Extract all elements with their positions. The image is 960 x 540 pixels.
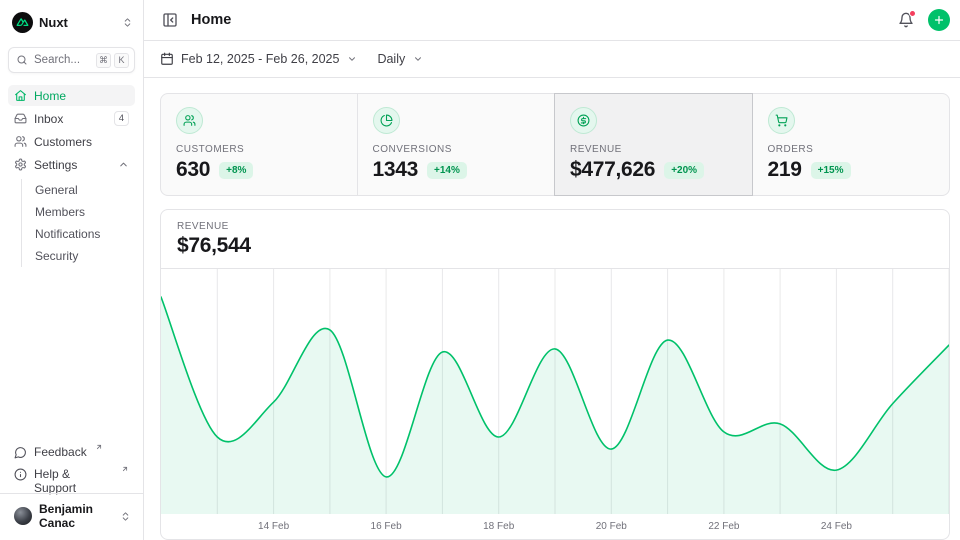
- sidebar-item-label: Inbox: [34, 112, 63, 126]
- x-axis-tick: 24 Feb: [821, 521, 853, 532]
- sidebar-subitem-members[interactable]: Members: [22, 201, 135, 223]
- settings-submenu: GeneralMembersNotificationsSecurity: [21, 179, 135, 267]
- chevrons-up-down-icon: [122, 17, 133, 28]
- chevrons-up-down-icon: [120, 511, 131, 522]
- users-icon: [176, 107, 203, 134]
- sidebar-subitem-general[interactable]: General: [22, 179, 135, 201]
- sidebar-link-feedback[interactable]: Feedback: [8, 442, 135, 463]
- chevron-down-icon: [347, 54, 357, 64]
- stat-value: $477,626: [570, 158, 655, 182]
- sidebar-item-customers[interactable]: Customers: [8, 131, 135, 152]
- date-range-label: Feb 12, 2025 - Feb 26, 2025: [181, 52, 339, 66]
- x-axis-tick: 22 Feb: [708, 521, 740, 532]
- x-axis-tick: 20 Feb: [596, 521, 628, 532]
- stats-row: CUSTOMERS 630 +8% CONVERSIONS 1343: [160, 93, 950, 196]
- page-header: Home: [144, 0, 960, 41]
- page-title: Home: [191, 12, 231, 28]
- stat-label: ORDERS: [768, 144, 935, 155]
- users-icon: [14, 135, 27, 148]
- sidebar-link-help-support[interactable]: Help & Support: [8, 464, 135, 485]
- workspace-name: Nuxt: [39, 15, 68, 30]
- stat-label: CONVERSIONS: [373, 144, 540, 155]
- stat-delta-badge: +8%: [219, 162, 253, 179]
- chevron-up-icon: [118, 159, 129, 170]
- stat-card-customers[interactable]: CUSTOMERS 630 +8%: [160, 93, 358, 196]
- sidebar-item-settings[interactable]: Settings: [8, 154, 135, 175]
- stat-card-orders[interactable]: ORDERS 219 +15%: [752, 93, 951, 196]
- revenue-chart-card: REVENUE $76,544 14 Feb 16 Feb 18 Feb 20 Feb…: [160, 209, 950, 540]
- period-select[interactable]: Daily: [377, 52, 423, 66]
- search-kbd-group: ⌘K: [96, 53, 129, 68]
- period-label: Daily: [377, 52, 405, 66]
- stat-label: REVENUE: [570, 144, 737, 155]
- sidebar-subitem-notifications[interactable]: Notifications: [22, 223, 135, 245]
- add-button[interactable]: [928, 9, 950, 31]
- nuxt-logo-icon: [12, 12, 33, 33]
- sidebar-item-label: Settings: [34, 158, 77, 172]
- sidebar-item-label: Home: [34, 89, 66, 103]
- stat-delta-badge: +15%: [811, 162, 851, 179]
- stat-delta-badge: +20%: [664, 162, 704, 179]
- workspace-switcher[interactable]: Nuxt: [8, 8, 135, 34]
- notification-dot: [909, 10, 916, 17]
- stat-delta-badge: +14%: [427, 162, 467, 179]
- chart-total-value: $76,544: [177, 234, 933, 258]
- calendar-icon: [160, 52, 174, 66]
- sidebar-subitem-security[interactable]: Security: [22, 245, 135, 267]
- info-icon: [14, 468, 27, 481]
- collapse-sidebar-button[interactable]: [158, 8, 182, 32]
- stat-value: 630: [176, 158, 210, 182]
- search-input[interactable]: Search... ⌘K: [8, 47, 135, 73]
- stat-label: CUSTOMERS: [176, 144, 342, 155]
- area-chart-svg: 14 Feb 16 Feb 18 Feb 20 Feb 22 Feb 24 Feb: [161, 269, 949, 537]
- user-name: Benjamin Canac: [39, 502, 113, 530]
- kbd-shortcut: K: [114, 53, 129, 68]
- footer-link-label: Help & Support: [34, 467, 113, 495]
- search-placeholder: Search...: [34, 54, 80, 66]
- sidebar-footer-links: Feedback Help & Support: [8, 442, 135, 491]
- stat-card-conversions[interactable]: CONVERSIONS 1343 +14%: [357, 93, 556, 196]
- page-content: CUSTOMERS 630 +8% CONVERSIONS 1343: [144, 78, 960, 540]
- sidebar-item-inbox[interactable]: Inbox 4: [8, 108, 135, 129]
- external-link-icon: [121, 465, 129, 473]
- pie-icon: [373, 107, 400, 134]
- notifications-button[interactable]: [894, 8, 918, 32]
- filters-toolbar: Feb 12, 2025 - Feb 26, 2025 Daily: [144, 41, 960, 78]
- external-link-icon: [95, 443, 103, 451]
- dollar-icon: [570, 107, 597, 134]
- search-icon: [16, 54, 28, 66]
- cart-icon: [768, 107, 795, 134]
- stat-value: 1343: [373, 158, 419, 182]
- kbd-shortcut: ⌘: [96, 53, 111, 68]
- sidebar: Nuxt Search... ⌘K Home Inbox 4 Customers …: [0, 0, 144, 540]
- panel-left-close-icon: [162, 12, 178, 28]
- plus-icon: [933, 14, 945, 26]
- x-axis-tick: 18 Feb: [483, 521, 515, 532]
- x-axis-labels: 14 Feb 16 Feb 18 Feb 20 Feb 22 Feb 24 Feb: [258, 521, 852, 532]
- gear-icon: [14, 158, 27, 171]
- home-icon: [14, 89, 27, 102]
- chart-header: REVENUE $76,544: [161, 210, 949, 269]
- x-axis-tick: 14 Feb: [258, 521, 290, 532]
- stat-card-revenue[interactable]: REVENUE $477,626 +20%: [554, 93, 753, 196]
- avatar: [14, 507, 32, 525]
- message-icon: [14, 446, 27, 459]
- date-range-picker[interactable]: Feb 12, 2025 - Feb 26, 2025: [160, 52, 357, 66]
- chevron-down-icon: [413, 54, 423, 64]
- sidebar-nav: Home Inbox 4 Customers Settings GeneralMem…: [8, 85, 135, 267]
- user-menu[interactable]: Benjamin Canac: [8, 494, 135, 532]
- sidebar-item-label: Customers: [34, 135, 92, 149]
- revenue-area-chart[interactable]: 14 Feb 16 Feb 18 Feb 20 Feb 22 Feb 24 Feb: [161, 269, 949, 539]
- footer-link-label: Feedback: [34, 445, 87, 459]
- sidebar-item-home[interactable]: Home: [8, 85, 135, 106]
- main-area: Home Feb 12, 2025 - Feb 26, 2025: [144, 0, 960, 540]
- stat-value: 219: [768, 158, 802, 182]
- inbox-count-badge: 4: [114, 111, 129, 126]
- chart-title: REVENUE: [177, 221, 933, 232]
- sidebar-spacer: [8, 267, 135, 442]
- inbox-icon: [14, 112, 27, 125]
- x-axis-tick: 16 Feb: [371, 521, 403, 532]
